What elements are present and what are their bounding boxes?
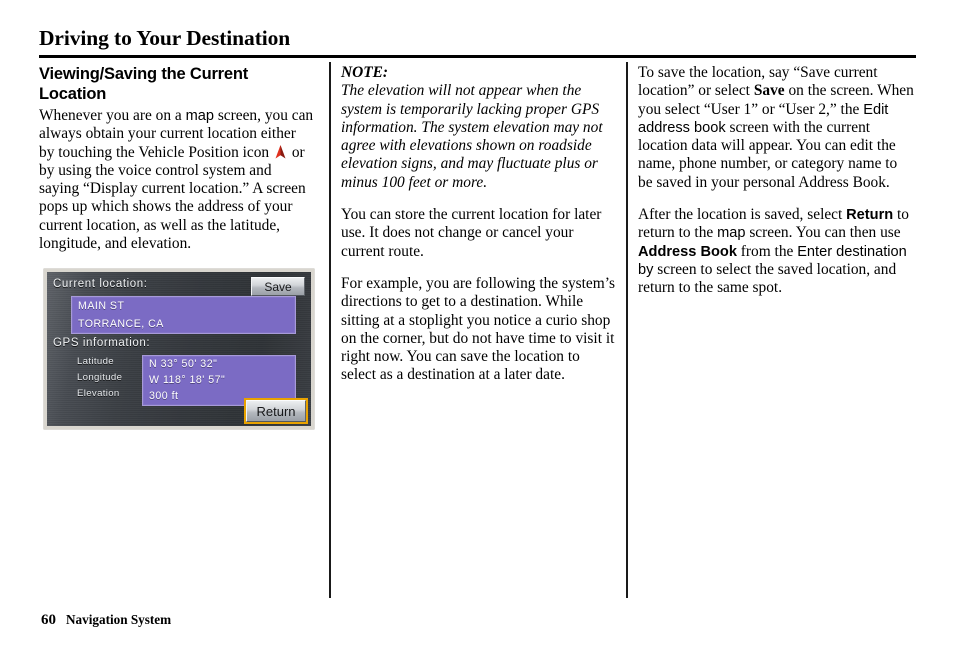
vehicle-position-arrow-icon bbox=[275, 144, 286, 159]
latitude-value: N 33° 50' 32" bbox=[149, 358, 218, 370]
column-one: Viewing/Saving the Current Location When… bbox=[39, 64, 315, 253]
manual-page: Driving to Your Destination Viewing/Savi… bbox=[0, 0, 954, 652]
page-footer: 60 Navigation System bbox=[41, 611, 171, 629]
column-two: NOTE: The elevation will not appear when … bbox=[341, 64, 618, 385]
text-fragment: screen to select the saved location, and… bbox=[638, 260, 897, 297]
current-location-label: Current location: bbox=[53, 278, 148, 290]
column-two-paragraph-2: You can store the current location for l… bbox=[341, 206, 602, 260]
note-text: The elevation will not appear when the s… bbox=[341, 82, 603, 191]
section-heading: Viewing/Saving the Current Location bbox=[39, 65, 249, 103]
column-divider-2 bbox=[626, 62, 628, 598]
address-line-1: MAIN ST bbox=[78, 300, 125, 312]
longitude-value: W 118° 18' 57" bbox=[149, 374, 226, 387]
save-button[interactable]: Save bbox=[251, 277, 305, 296]
return-button[interactable]: Return bbox=[244, 398, 308, 424]
latitude-label: Latitude bbox=[77, 356, 114, 367]
text-fragment: from the bbox=[736, 242, 798, 260]
navigation-screen-figure: Current location: MAIN ST TORRANCE, CA G… bbox=[44, 269, 314, 429]
page-title: Driving to Your Destination bbox=[39, 26, 291, 50]
column-divider-1 bbox=[329, 62, 331, 598]
column-three: To save the location, say “Save current … bbox=[638, 64, 915, 298]
ui-term-address-book: Address Book bbox=[638, 243, 737, 260]
ui-term-return: Return bbox=[846, 207, 894, 224]
page-number: 60 bbox=[41, 612, 56, 628]
gps-values-box: N 33° 50' 32" W 118° 18' 57" 300 ft bbox=[142, 355, 296, 406]
address-line-2: TORRANCE, CA bbox=[78, 318, 164, 330]
text-fragment: Whenever you are on a bbox=[39, 107, 186, 124]
text-fragment: screen. You can then use bbox=[745, 224, 901, 242]
footer-section-name: Navigation System bbox=[66, 612, 172, 627]
ui-term-map-2: map bbox=[717, 225, 746, 242]
ui-term-save: Save bbox=[753, 82, 785, 100]
note-label: NOTE: bbox=[341, 64, 389, 81]
address-value-box: MAIN ST TORRANCE, CA bbox=[71, 296, 296, 334]
column-one-paragraph: Whenever you are on a map screen, you ca… bbox=[39, 107, 315, 253]
elevation-label: Elevation bbox=[77, 388, 120, 399]
navigation-screen: Current location: MAIN ST TORRANCE, CA G… bbox=[47, 272, 311, 426]
text-fragment: After the location is saved, select bbox=[638, 206, 847, 224]
longitude-label: Longitude bbox=[77, 372, 123, 383]
ui-term-map: map bbox=[185, 108, 214, 124]
column-three-paragraph-1: To save the location, say “Save current … bbox=[638, 64, 915, 192]
column-two-paragraph-3: For example, you are following the syste… bbox=[341, 274, 615, 384]
gps-information-label: GPS information: bbox=[53, 337, 151, 349]
column-three-paragraph-2: After the location is saved, select Retu… bbox=[638, 206, 915, 297]
note-block: NOTE: The elevation will not appear when … bbox=[341, 64, 618, 192]
title-divider-rule bbox=[39, 55, 916, 58]
